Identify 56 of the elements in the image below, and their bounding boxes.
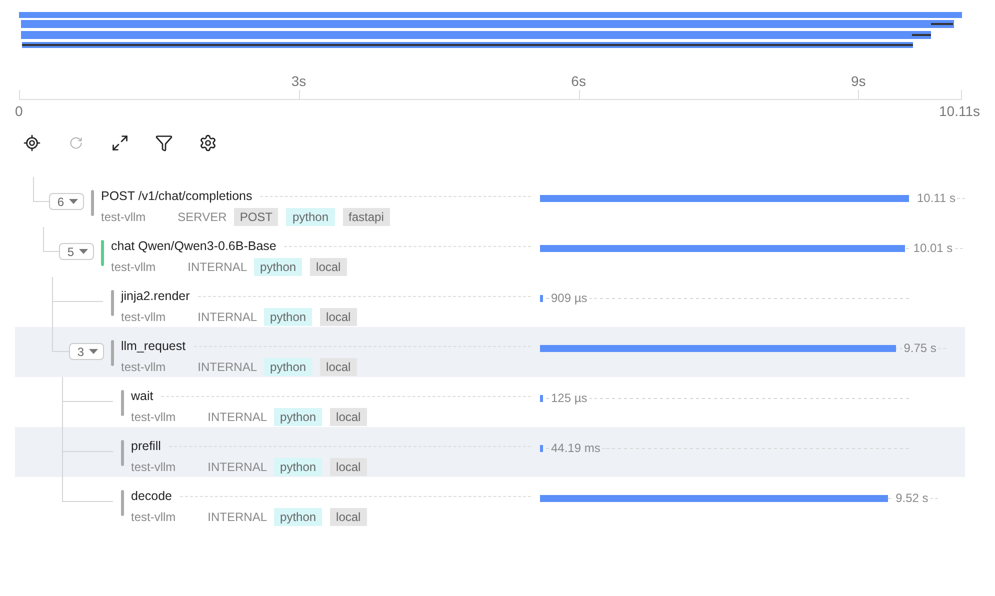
duration-label: 10.11 s — [915, 191, 958, 205]
axis-label: 10.11s — [939, 103, 980, 119]
span-kind: INTERNAL — [198, 360, 258, 374]
tag: python — [254, 258, 302, 276]
axis-label: 9s — [850, 73, 866, 89]
span-name: jinja2.render — [121, 289, 190, 303]
span-name: prefill — [131, 439, 161, 453]
span-row[interactable]: prefill test-vllm INTERNAL python local 44.19 ms — [15, 427, 965, 477]
span-name: wait — [131, 389, 154, 403]
duration-label: 10.01 s — [911, 241, 955, 255]
caret-icon — [79, 249, 88, 254]
tag: local — [330, 508, 367, 526]
duration-label: 909 µs — [549, 291, 590, 305]
axis-label: 3s — [291, 73, 306, 89]
duration-label: 44.19 ms — [549, 441, 602, 455]
span-kind: INTERNAL — [208, 410, 268, 424]
axis-label: 6s — [571, 73, 586, 89]
service-name: test-vllm — [111, 260, 156, 274]
caret-icon — [69, 199, 78, 204]
tag: python — [286, 208, 335, 226]
tag: local — [330, 458, 367, 476]
duration-label: 9.52 s — [894, 491, 930, 505]
span-kind: INTERNAL — [208, 460, 268, 474]
tag: fastapi — [342, 208, 390, 226]
tag: python — [274, 408, 322, 426]
span-row[interactable]: 3 llm_request test-vllm INTERNAL python local 9.75 s — [15, 327, 965, 377]
tag: local — [320, 358, 357, 376]
collapse-button[interactable]: 6 — [49, 193, 84, 210]
caret-icon — [89, 349, 98, 354]
tag: python — [264, 308, 312, 326]
service-name: test-vllm — [131, 410, 176, 424]
collapse-button[interactable]: 5 — [59, 243, 94, 260]
collapse-button[interactable]: 3 — [69, 343, 104, 360]
span-kind: INTERNAL — [208, 510, 268, 524]
span-name: decode — [131, 489, 172, 503]
service-name: test-vllm — [121, 310, 166, 324]
span-kind: INTERNAL — [188, 260, 248, 274]
span-name: llm_request — [121, 339, 186, 353]
service-name: test-vllm — [101, 210, 146, 224]
tag: POST — [234, 208, 278, 226]
duration-label: 9.75 s — [902, 341, 938, 355]
duration-label: 125 µs — [549, 391, 590, 405]
span-name: POST /v1/chat/completions — [101, 189, 252, 203]
tag: local — [310, 258, 347, 276]
service-name: test-vllm — [131, 460, 176, 474]
tag: python — [264, 358, 312, 376]
axis-label: 0 — [15, 103, 23, 119]
span-kind: INTERNAL — [198, 310, 258, 324]
span-name: chat Qwen/Qwen3-0.6B-Base — [111, 239, 276, 253]
tag: local — [320, 308, 357, 326]
tag: python — [274, 508, 322, 526]
span-kind: SERVER — [178, 210, 227, 224]
tag: python — [274, 458, 322, 476]
tag: local — [330, 408, 367, 426]
service-name: test-vllm — [121, 360, 166, 374]
service-name: test-vllm — [131, 510, 176, 524]
